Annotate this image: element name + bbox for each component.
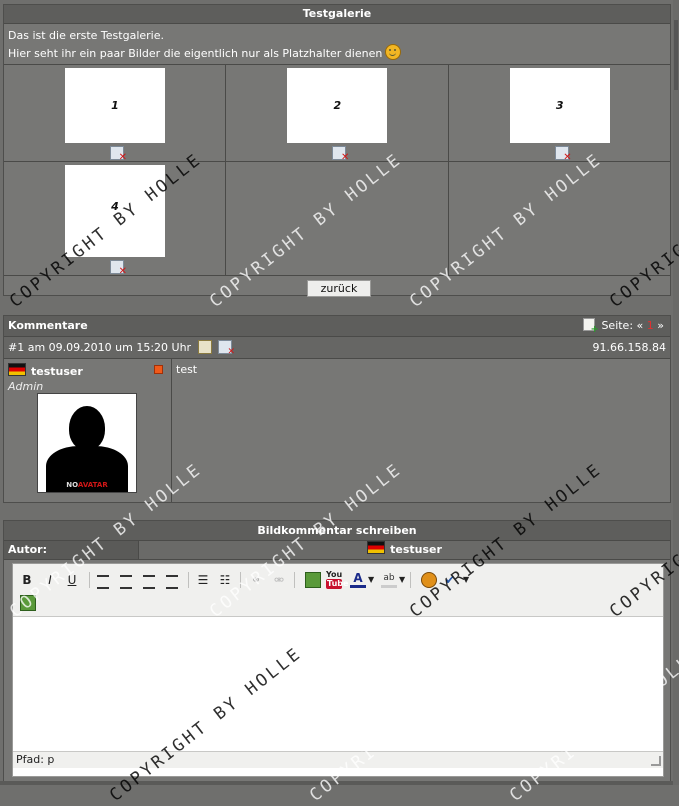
avatar-silhouette-head [69,406,105,450]
bold-icon[interactable]: B [21,572,33,588]
comment-body: testuser Admin NOAVATAR test [4,359,670,502]
gallery-thumb-3[interactable]: 3 [509,68,610,143]
comment-meta: #1 am 09.09.2010 um 15:20 Uhr 91.66.158.… [4,337,670,359]
pager-prev[interactable]: « [637,319,644,332]
flag-icon [367,541,386,554]
editor-path: Pfad: p [16,753,55,766]
avatar-label-a: NO [66,481,78,489]
pager-current[interactable]: 1 [647,319,654,332]
chevron-down-icon[interactable]: ▼ [399,572,405,588]
underline-icon[interactable]: U [66,572,78,588]
gallery-row-1: 1 2 3 [4,65,670,163]
gallery-cell-4: 4 [4,162,227,277]
avatar-label-b: AVATAR [77,481,108,489]
scrollbar-thumb[interactable] [674,20,678,90]
align-center-icon[interactable] [120,575,132,589]
gallery-panel: Testgalerie Das ist die erste Testgaleri… [3,4,671,297]
comment-user: testuser Admin NOAVATAR [4,359,172,502]
pager-label: Seite: [601,319,634,332]
gallery-cell-1: 1 [4,65,227,163]
align-left-icon[interactable] [97,575,109,589]
gallery-intro-text: Hier seht ihr ein paar Bilder die eigent… [8,47,383,60]
avatar: NOAVATAR [37,393,137,493]
page-wrapper: Testgalerie Das ist die erste Testgaleri… [3,4,671,784]
bullet-list-icon[interactable]: ☰ [196,572,210,588]
gallery-intro: Das ist die erste Testgalerie. Hier seht… [4,24,670,64]
comments-header: Kommentare Seite: « 1 » [4,316,670,337]
comments-panel: Kommentare Seite: « 1 » #1 am 09.09.2010… [3,315,671,503]
rich-text-editor: B I U ☰ ☷ ⚭ ⚮ You Tube A ▼ ab ▼ ✔ ▼ Pfad… [12,563,664,777]
comment-user-role: Admin [8,380,44,393]
youtube-icon[interactable]: You Tube [326,571,348,589]
author-name: testuser [390,543,442,556]
spellcheck-icon[interactable]: ✔ [443,572,457,588]
gallery-cell-2: 2 [226,65,449,163]
gallery-cell-empty-2 [448,162,670,276]
gallery-cell-3: 3 [448,65,670,163]
gallery-thumb-2[interactable]: 2 [287,68,388,143]
smiley-icon [385,44,402,60]
flag-icon [8,363,26,376]
comment-ip: 91.66.158.84 [592,341,666,354]
toolbar-separator [294,572,295,588]
delete-image-icon[interactable] [110,260,127,277]
justify-icon[interactable] [166,575,178,589]
pager: Seite: « 1 » [582,316,664,336]
editor-panel: Bildkommentar schreiben Autor: testuser … [3,520,671,784]
author-row: Autor: testuser [4,541,670,560]
gallery-thumb-4[interactable]: 4 [65,165,165,257]
gallery-intro-line-2: Hier seht ihr ein paar Bilder die eigent… [8,44,666,62]
comment-username[interactable]: testuser [31,365,83,378]
gallery-grid: 1 2 3 4 [4,64,670,277]
delete-comment-icon[interactable] [218,340,235,357]
author-label: Autor: [4,541,139,559]
gallery-thumb-1[interactable]: 1 [65,68,165,143]
comments-title: Kommentare [8,319,88,332]
gallery-cell-empty-1 [226,162,449,276]
numbered-list-icon[interactable]: ☷ [218,572,232,588]
editor-path-bar: Pfad: p [13,751,663,768]
delete-image-icon[interactable] [110,146,127,163]
resize-grip-icon[interactable] [651,756,661,766]
italic-icon[interactable]: I [44,572,56,588]
editor-toolbar: B I U ☰ ☷ ⚭ ⚮ You Tube A ▼ ab ▼ ✔ ▼ [13,564,663,617]
pager-next[interactable]: » [657,319,664,332]
unlink-icon[interactable]: ⚮ [272,572,286,588]
link-icon[interactable]: ⚭ [249,572,263,588]
gallery-intro-line-1: Das ist die erste Testgalerie. [8,29,164,42]
editor-title: Bildkommentar schreiben [4,521,670,541]
gallery-title: Testgalerie [4,5,670,24]
highlight-icon[interactable]: ab [381,572,397,588]
chevron-down-icon[interactable]: ▼ [368,572,374,588]
online-status-icon [154,365,163,374]
comment-text: test [176,363,198,376]
insert-image-icon[interactable] [20,595,36,611]
toolbar-separator [240,572,241,588]
comment-textarea[interactable] [13,617,663,751]
image-icon[interactable] [305,572,321,588]
add-comment-icon[interactable] [582,318,599,335]
smiley-icon[interactable] [421,572,437,588]
scrollbar[interactable] [673,0,679,785]
align-right-icon[interactable] [143,575,155,589]
edit-comment-icon[interactable] [197,340,212,354]
delete-image-icon[interactable] [332,146,349,163]
delete-image-icon[interactable] [554,146,572,163]
avatar-label: NOAVATAR [38,481,136,489]
toolbar-separator [188,572,189,588]
font-color-icon[interactable]: A [350,572,366,588]
toolbar-separator [410,572,411,588]
gallery-actions: zurück [4,276,670,302]
bottom-strip [0,781,679,785]
toolbar-separator [89,572,90,588]
back-button[interactable]: zurück [307,280,371,297]
comment-user-row: testuser [4,359,171,378]
author-value: testuser [139,541,670,559]
gallery-row-2: 4 [4,162,670,277]
comment-header-text: #1 am 09.09.2010 um 15:20 Uhr [8,341,192,354]
chevron-down-icon[interactable]: ▼ [463,572,469,588]
